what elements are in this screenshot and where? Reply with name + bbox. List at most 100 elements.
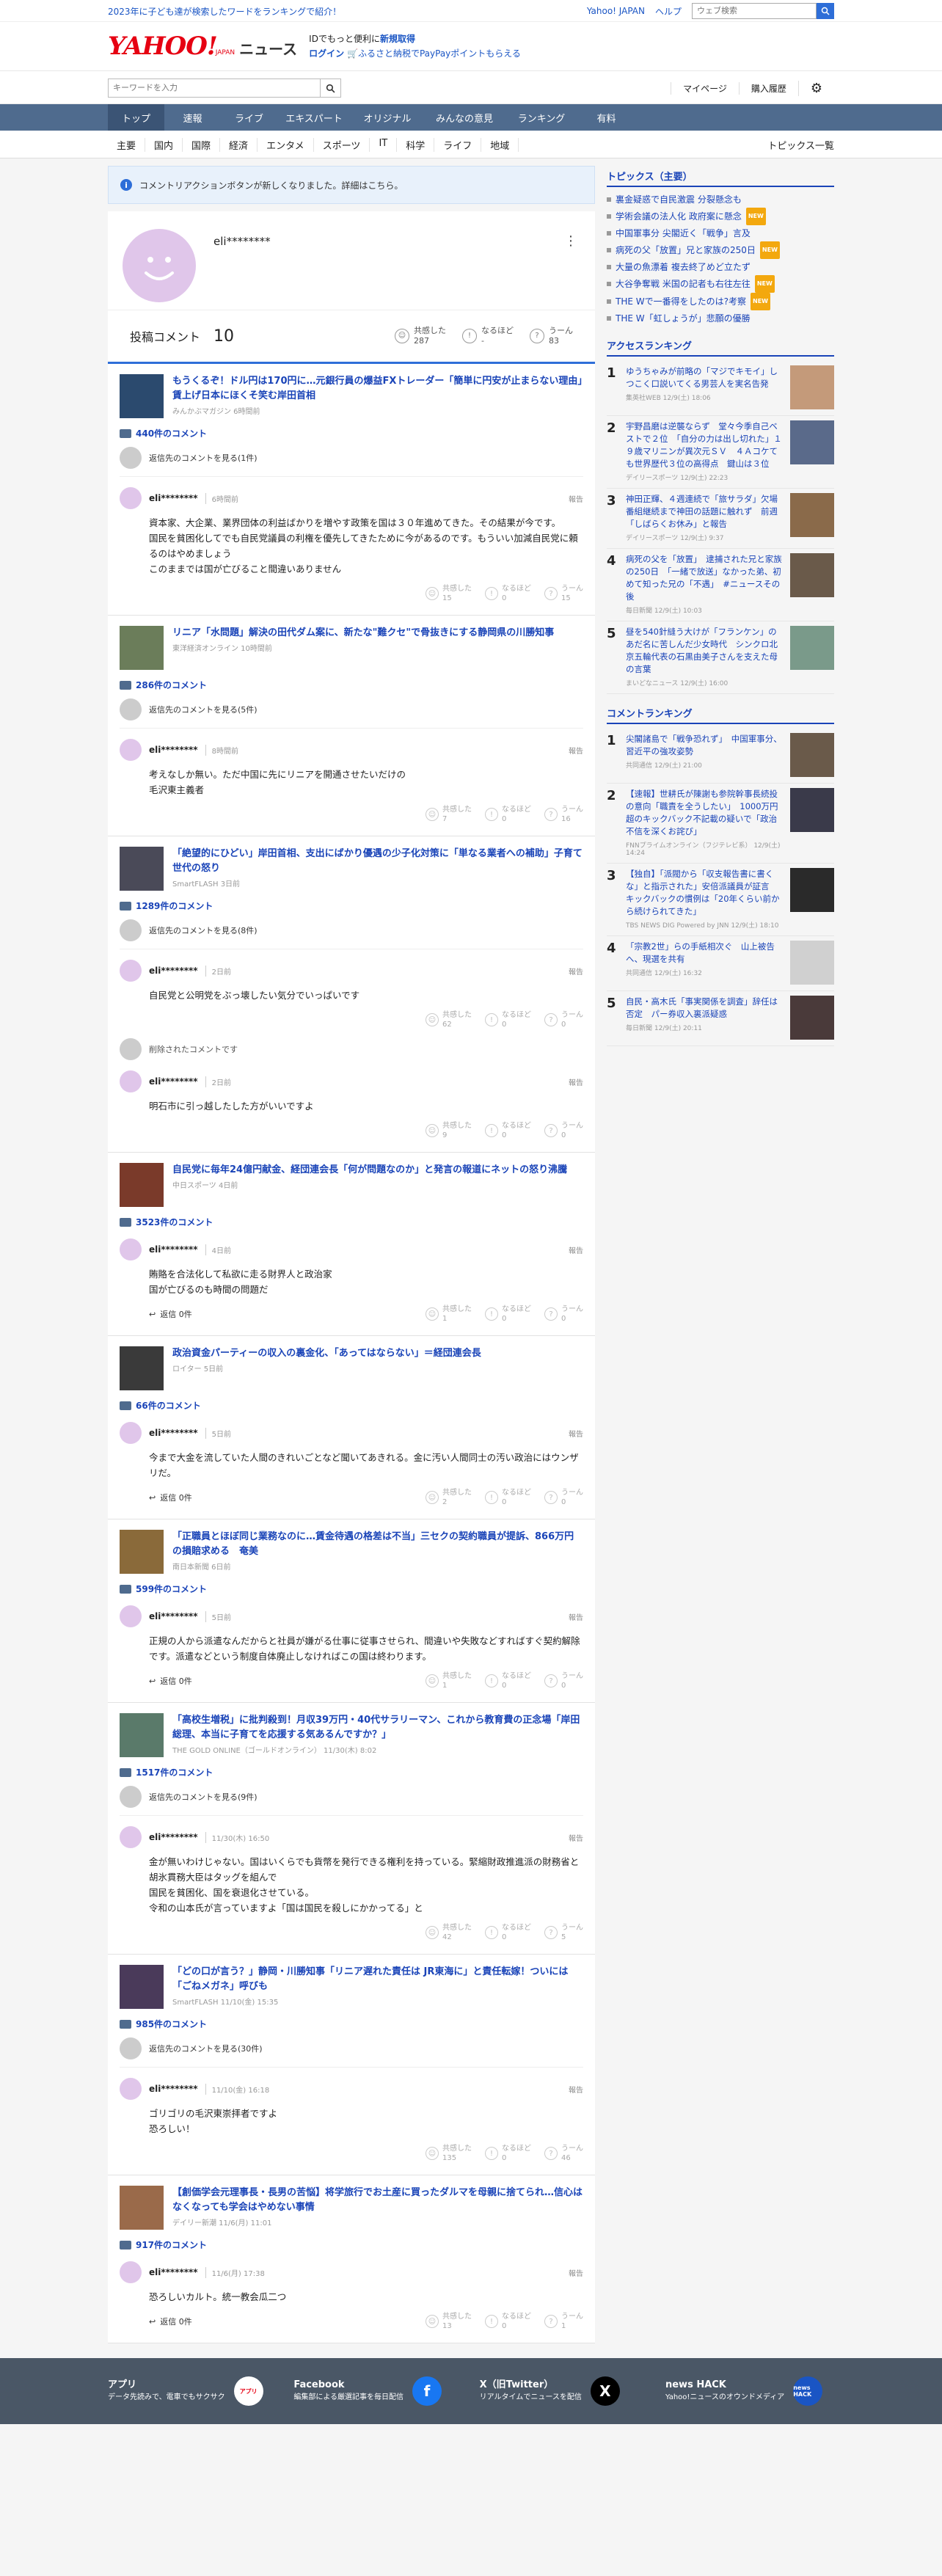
reply-parent-link[interactable]: 返信先のコメントを見る(8件): [120, 912, 583, 949]
ranking-item[interactable]: 4 病死の父を「放置」 逮捕された兄と家族の250日 「一緒で放送」なかった弟、初…: [607, 549, 834, 621]
cat-economy[interactable]: 経済: [220, 137, 258, 152]
ranking-item[interactable]: 3 神田正輝、４週連続で「旅サラダ」欠場 番組継続まで神田の話題に触れず 前週「し…: [607, 489, 834, 549]
reply-button[interactable]: ↩ 返信 0件: [149, 1492, 192, 1503]
reply-button[interactable]: ↩ 返信 0件: [149, 1675, 192, 1687]
reaction-kyokan-button[interactable]: ☺ 共感した 62: [426, 1010, 472, 1029]
reply-button[interactable]: ↩ 返信 0件: [149, 2316, 192, 2327]
keyword-search-button[interactable]: [321, 79, 341, 98]
comment-count-link[interactable]: 1289件のコメント: [120, 900, 583, 912]
article-link[interactable]: もうくるぞ！ドル円は170円に…元銀行員の爆益FXトレーダー「簡単に円安が止まら…: [120, 374, 583, 418]
reaction-uun-button[interactable]: ? うーん 0: [544, 1671, 583, 1690]
comment-username[interactable]: eli********: [149, 2084, 198, 2094]
article-title[interactable]: 「高校生増税」に批判殺到！月収39万円・40代サラリーマン、これから教育費の正念…: [172, 1713, 583, 1743]
ranking-item[interactable]: 1 尖閣諸島で「戦争恐れず」 中国軍事分、習近平の強攻姿勢 共同通信 12/9(土)…: [607, 729, 834, 784]
ranking-item[interactable]: 2 宇野昌磨は逆襲ならず 堂々今季自己ベストで２位 「自分の力は出し切れた」１９歳…: [607, 416, 834, 489]
cat-domestic[interactable]: 国内: [145, 137, 183, 152]
article-link[interactable]: 「どの口が言う？」静岡・川勝知事「リニア遅れた責任は JR東海に」と責任転嫁！つ…: [120, 1965, 583, 2009]
cat-it[interactable]: IT: [370, 137, 398, 152]
comment-count-link[interactable]: 1517件のコメント: [120, 1766, 583, 1778]
reaction-kyokan-button[interactable]: ☺ 共感した 1: [426, 1305, 472, 1324]
comment-username[interactable]: eli********: [149, 966, 198, 976]
cat-main[interactable]: 主要: [108, 137, 146, 152]
comment-username[interactable]: eli********: [149, 2267, 198, 2277]
reaction-kyokan-button[interactable]: ☺ 共感した 15: [426, 584, 472, 603]
report-link[interactable]: 報告: [569, 2267, 583, 2278]
comment-count-link[interactable]: 286件のコメント: [120, 679, 583, 691]
ranking-item[interactable]: 5 昼を540針縫う大けが「フランケン」のあだ名に苦しんだ少女時代 シンクロ北京五…: [607, 621, 834, 694]
article-title[interactable]: 【創価学会元理事長・長男の苦悩】将学旅行でお土産に買ったダルマを母親に捨てられ……: [172, 2186, 583, 2215]
article-link[interactable]: 自民党に毎年24億円献金、経団連会長「何が問題なのか」と発言の報道にネットの怒り…: [120, 1163, 583, 1207]
topic-item[interactable]: 裏金疑惑で自民激震 分裂懸念も: [607, 191, 834, 208]
reaction-naruhodo-button[interactable]: ! なるほど 0: [485, 805, 531, 824]
footer-item[interactable]: X（旧Twitter） リアルタイムでニュースを配信 X: [480, 2376, 649, 2406]
furusato-link[interactable]: ふるさと納税でPayPayポイントもらえる: [358, 48, 521, 59]
reaction-naruhodo-button[interactable]: ! なるほど 0: [485, 1305, 531, 1324]
reaction-uun-button[interactable]: ? うーん 0: [544, 1121, 583, 1140]
reaction-naruhodo-button[interactable]: ! なるほど 0: [485, 1671, 531, 1690]
ranking-item[interactable]: 5 自民・高木氏「事実関係を調査」辞任は否定 パー券収入裏派疑惑 毎日新聞 12/9…: [607, 991, 834, 1046]
login-link[interactable]: ログイン: [309, 48, 344, 59]
nav-live[interactable]: ライブ: [221, 104, 277, 131]
reaction-uun-button[interactable]: ? うーん 0: [544, 1010, 583, 1029]
article-title[interactable]: 自民党に毎年24億円献金、経団連会長「何が問題なのか」と発言の報道にネットの怒り…: [172, 1163, 567, 1178]
comment-username[interactable]: eli********: [149, 1244, 198, 1255]
report-link[interactable]: 報告: [569, 745, 583, 756]
ranking-item[interactable]: 3 【独自】「派閥から「収支報告書に書くな」と指示された」安倍派議員が証言 キック…: [607, 864, 834, 936]
more-options-icon[interactable]: ⋮: [564, 233, 577, 249]
yahoo-news-logo[interactable]: YAHOO! JAPAN ニュース: [108, 32, 297, 61]
nav-opinion[interactable]: みんなの意見: [424, 104, 505, 131]
topic-item[interactable]: THE W「虹しょうが」悲願の優勝: [607, 310, 834, 326]
report-link[interactable]: 報告: [569, 2084, 583, 2095]
cat-sports[interactable]: スポーツ: [314, 137, 370, 152]
report-link[interactable]: 報告: [569, 1832, 583, 1843]
article-link[interactable]: 「絶望的にひどい」岸田首相、支出にばかり優遇の少子化対策に「単なる業者への補助」…: [120, 847, 583, 891]
report-link[interactable]: 報告: [569, 1076, 583, 1087]
article-title[interactable]: 政治資金パーティーの収入の裏金化、「あってはならない」＝経団連会長: [172, 1346, 481, 1361]
topics-list-link[interactable]: トピックス一覧: [767, 138, 834, 152]
reaction-uun-button[interactable]: ? うーん 46: [544, 2144, 583, 2163]
comment-username[interactable]: eli********: [149, 745, 198, 755]
footer-item[interactable]: Facebook 編集部による厳選記事を毎日配信 f: [293, 2376, 462, 2406]
gear-icon[interactable]: ⚙: [797, 80, 834, 96]
reaction-naruhodo-button[interactable]: ! なるほど 0: [485, 2312, 531, 2331]
article-link[interactable]: 政治資金パーティーの収入の裏金化、「あってはならない」＝経団連会長 ロイター 5日…: [120, 1346, 583, 1390]
reply-parent-link[interactable]: 返信先のコメントを見る(30件): [120, 2030, 583, 2068]
article-title[interactable]: 「絶望的にひどい」岸田首相、支出にばかり優遇の少子化対策に「単なる業者への補助」…: [172, 847, 583, 876]
comment-count-link[interactable]: 66件のコメント: [120, 1399, 583, 1412]
reaction-uun-button[interactable]: ? うーん 0: [544, 1488, 583, 1507]
reply-button[interactable]: ↩ 返信 0件: [149, 1308, 192, 1320]
article-link[interactable]: 「正職員とほぼ同じ業務なのに…賃金待遇の格差は不当」三セクの契約職員が提訴、86…: [120, 1530, 583, 1574]
reply-parent-link[interactable]: 返信先のコメントを見る(9件): [120, 1778, 583, 1816]
top-promo-link[interactable]: 2023年に子ども達が検索したワードをランキングで紹介！: [108, 5, 341, 18]
cat-world[interactable]: 国際: [183, 137, 221, 152]
reaction-uun-button[interactable]: ? うーん 16: [544, 805, 583, 824]
comment-count-link[interactable]: 440件のコメント: [120, 427, 583, 439]
report-link[interactable]: 報告: [569, 1611, 583, 1622]
footer-item[interactable]: アプリ データ先読みで、電車でもサクサク アプリ: [108, 2376, 277, 2406]
reaction-naruhodo-button[interactable]: ! なるほど 0: [485, 1121, 531, 1140]
comment-username[interactable]: eli********: [149, 1076, 198, 1087]
nav-expert[interactable]: エキスパート: [277, 104, 351, 131]
article-title[interactable]: 「どの口が言う？」静岡・川勝知事「リニア遅れた責任は JR東海に」と責任転嫁！つ…: [172, 1965, 583, 1994]
reaction-uun-button[interactable]: ? うーん 15: [544, 584, 583, 603]
topic-item[interactable]: 大量の魚漂着 複去終了めど立たず: [607, 259, 834, 275]
reaction-uun-button[interactable]: ? うーん 5: [544, 1923, 583, 1942]
yahoo-japan-link[interactable]: Yahoo! JAPAN: [587, 6, 645, 16]
topic-item[interactable]: 病死の父「放置」兄と家族の250日 NEW: [607, 241, 834, 259]
cat-science[interactable]: 科学: [397, 137, 435, 152]
ranking-item[interactable]: 4 「宗教2世」らの手紙相次ぐ 山上被告へ、現選を共有 共同通信 12/9(土) 1…: [607, 936, 834, 991]
cat-local[interactable]: 地域: [481, 137, 519, 152]
reaction-kyokan-button[interactable]: ☺ 共感した 42: [426, 1923, 472, 1942]
register-link[interactable]: 新規取得: [380, 34, 415, 44]
article-title[interactable]: 「正職員とほぼ同じ業務なのに…賃金待遇の格差は不当」三セクの契約職員が提訴、86…: [172, 1530, 583, 1559]
report-link[interactable]: 報告: [569, 1244, 583, 1255]
web-search-input[interactable]: [692, 3, 817, 19]
comment-username[interactable]: eli********: [149, 493, 198, 503]
comment-username[interactable]: eli********: [149, 1611, 198, 1621]
nav-breaking[interactable]: 速報: [164, 104, 221, 131]
comment-count-link[interactable]: 3523件のコメント: [120, 1216, 583, 1228]
reaction-kyokan-button[interactable]: ☺ 共感した 7: [426, 805, 472, 824]
ranking-item[interactable]: 2 【速報】世耕氏が陳謝も参院幹事長続投の意向「職責を全うしたい」 1000万円超…: [607, 784, 834, 864]
article-title[interactable]: リニア「水問題」解決の田代ダム案に、新たな"難クセ"で骨抜きにする静岡県の川勝知…: [172, 626, 554, 641]
topic-item[interactable]: 学術会議の法人化 政府案に懸念 NEW: [607, 208, 834, 225]
